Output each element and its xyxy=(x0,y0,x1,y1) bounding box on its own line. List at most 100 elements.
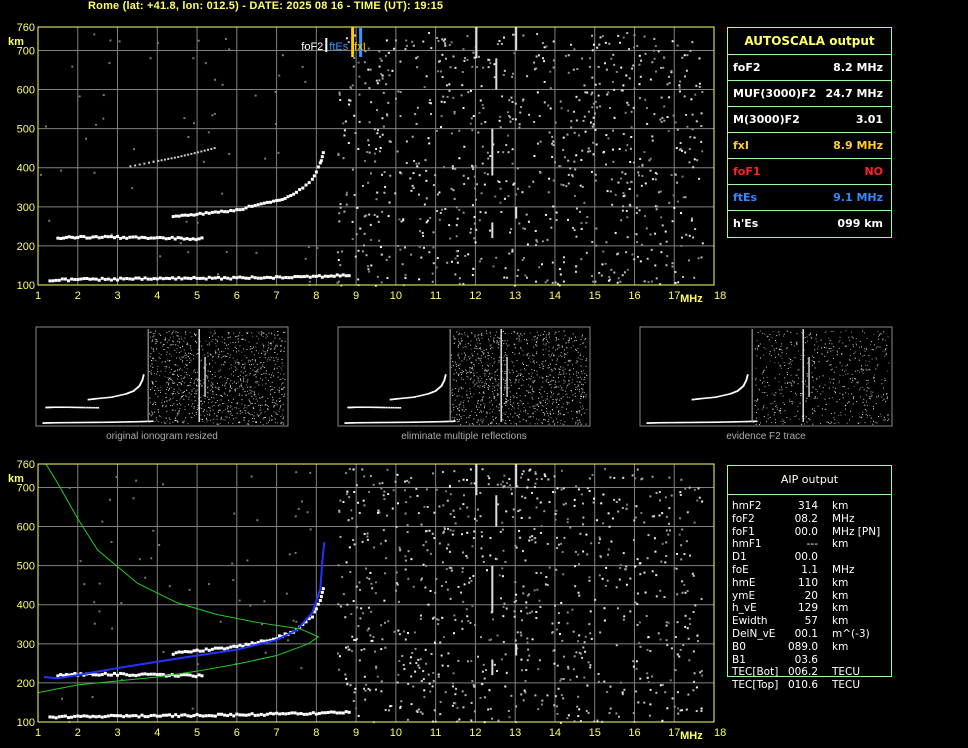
thumb-eliminate-noise-point xyxy=(493,420,495,422)
thumb-original-noise-point xyxy=(263,367,265,369)
thumb-eliminate-noise-point xyxy=(499,340,501,342)
top-ionogram-noise-point xyxy=(474,241,477,244)
bottom-ionogram-noise-point xyxy=(246,559,249,562)
bottom-ionogram-trace-point xyxy=(82,714,86,718)
bottom-ionogram-noise-point xyxy=(432,679,435,682)
top-ionogram-noise-point xyxy=(547,191,550,194)
top-ionogram-trace-point xyxy=(161,236,165,240)
bottom-ionogram-noise-point xyxy=(700,710,703,713)
bottom-ionogram-noise-point xyxy=(674,636,677,639)
thumb-original-noise-point xyxy=(257,400,259,402)
bottom-ionogram-noise-point xyxy=(383,490,386,493)
thumb-original-noise-point xyxy=(166,401,168,403)
thumb-eliminate-noise-point xyxy=(577,361,579,363)
bottom-ionogram-noise-point xyxy=(657,632,660,635)
thumb-original-noise-point xyxy=(217,355,219,357)
thumb-original-noise-point xyxy=(208,380,210,382)
top-ionogram-noise-point xyxy=(369,68,372,71)
thumb-eliminate-trace-point xyxy=(417,421,419,423)
thumb-original-noise-point xyxy=(149,356,151,358)
thumb-original-trace-point xyxy=(59,406,62,409)
top-ionogram-noise-point xyxy=(654,232,657,235)
bottom-ionogram-noise-point xyxy=(635,505,638,508)
top-ionogram-noise-point xyxy=(575,265,578,268)
top-ionogram-trace-point xyxy=(183,154,186,157)
thumb-original-trace-point xyxy=(102,397,104,399)
top-ionogram-noise-point xyxy=(463,59,466,62)
bottom-ionogram-noise-point xyxy=(461,690,464,693)
thumb-eliminate-noise-point xyxy=(581,378,583,380)
top-ionogram-trace-point xyxy=(265,200,269,204)
top-ionogram-noise-point xyxy=(671,40,674,43)
thumb-eliminate-noise-point xyxy=(581,383,583,385)
thumb-original-noise-point xyxy=(178,388,180,390)
top-ionogram-noise-point xyxy=(481,145,484,148)
bottom-ionogram-noise-point xyxy=(497,503,500,506)
thumb-original-noise-point xyxy=(281,362,283,364)
bottom-ionogram-noise-point xyxy=(555,546,558,549)
thumb-original-noise-point xyxy=(235,417,237,419)
thumb-eliminate-noise-point xyxy=(507,400,509,402)
bottom-ionogram-noise-point xyxy=(152,529,155,532)
bottom-ionogram-noise-point xyxy=(655,691,658,694)
thumb-eliminate-noise-point xyxy=(554,333,556,335)
top-ionogram-noise-point xyxy=(429,102,432,105)
top-ionogram-noise-point xyxy=(404,276,407,279)
thumb-eliminate-noise-point xyxy=(473,365,475,367)
bottom-ionogram-trace-point xyxy=(51,715,55,719)
thumb-original-noise-point xyxy=(265,383,267,385)
top-ionogram-trace-point xyxy=(140,235,144,239)
thumb-eliminate-noise-point xyxy=(481,398,483,400)
thumb-original-noise-point xyxy=(207,370,209,372)
bottom-ionogram-noise-point xyxy=(607,548,610,551)
thumb-eliminate-noise-point xyxy=(488,340,490,342)
thumb-eliminate-noise-point xyxy=(514,331,516,333)
thumb-original-noise-point xyxy=(156,341,158,343)
thumb-eliminate-noise-point xyxy=(466,372,468,374)
thumb-original-noise-point xyxy=(178,357,180,359)
top-ionogram-noise-point xyxy=(399,115,402,118)
top-ionogram-trace-point xyxy=(235,276,239,280)
thumb-eliminate-noise-point xyxy=(531,339,533,341)
bottom-ionogram-noise-point xyxy=(294,551,297,554)
thumb-eliminate-noise-point xyxy=(520,369,522,371)
thumb-eliminate-noise-point xyxy=(488,384,490,386)
thumb-eliminate-noise-point xyxy=(468,416,470,418)
thumb-original-trace-point xyxy=(109,421,112,424)
thumb-original-noise-point xyxy=(239,393,241,395)
thumb-original-noise-point xyxy=(267,397,269,399)
thumb-eliminate-noise-point xyxy=(482,396,484,398)
bottom-ionogram-noise-point xyxy=(366,538,369,541)
bottom-ionogram-noise-point xyxy=(648,714,651,717)
top-ionogram-ytick: 760 xyxy=(17,22,35,34)
bottom-ionogram-noise-point xyxy=(689,623,692,626)
thumb-eliminate-noise-point xyxy=(453,338,455,340)
thumb-original-noise-point xyxy=(211,405,213,407)
thumb-eliminate-noise-point xyxy=(527,364,529,366)
bottom-ionogram-trace-point xyxy=(192,714,196,718)
thumb-original-noise-point xyxy=(245,384,247,386)
thumb-original-noise-point xyxy=(176,420,178,422)
top-ionogram-noise-point xyxy=(462,48,465,51)
bottom-ionogram-noise-point xyxy=(521,473,524,476)
top-ionogram-noise-point xyxy=(401,263,404,266)
bottom-ionogram-noise-point xyxy=(98,582,101,585)
thumb-eliminate-noise-point xyxy=(575,362,577,364)
thumb-original-noise-point xyxy=(186,342,188,344)
bottom-ionogram-noise-point xyxy=(367,606,370,609)
thumb-eliminate-noise-point xyxy=(542,349,544,351)
top-ionogram-noise-point xyxy=(353,193,356,196)
top-ionogram-noise-point xyxy=(415,122,418,125)
top-ionogram-trace-point xyxy=(192,275,196,279)
thumb-eliminate-noise-point xyxy=(459,410,461,412)
thumb-original-noise-point xyxy=(236,368,238,370)
thumb-eliminate-noise-point xyxy=(504,380,506,382)
thumb-original-trace-point xyxy=(116,421,119,423)
top-ionogram-noise-point xyxy=(523,256,525,259)
thumb-eliminate-noise-point xyxy=(545,348,547,350)
thumb-eliminate-noise-point xyxy=(580,393,582,395)
bottom-ionogram-noise-point xyxy=(600,502,603,505)
top-ionogram-noise-point xyxy=(612,148,615,151)
top-ionogram-trace-point xyxy=(319,159,323,163)
top-ionogram-trace-point xyxy=(275,199,279,203)
